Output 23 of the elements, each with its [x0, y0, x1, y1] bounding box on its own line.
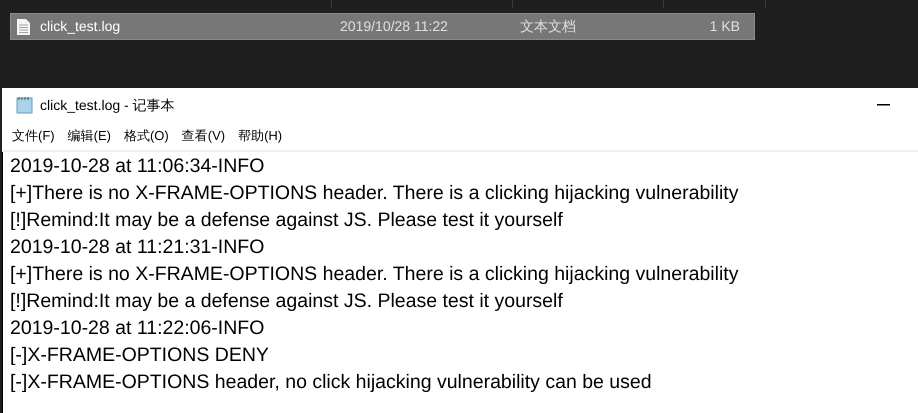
text-line: [+]There is no X-FRAME-OPTIONS header. There is a clicking hijacking vulnerability: [10, 262, 738, 287]
file-name: click_test.log: [40, 17, 122, 36]
menu-item[interactable]: 文件(F): [12, 126, 55, 146]
text-line: [+]There is no X-FRAME-OPTIONS header. There is a clicking hijacking vulnerability: [10, 181, 738, 206]
menu-item[interactable]: 编辑(E): [68, 126, 111, 146]
menu-item[interactable]: 格式(O): [124, 126, 169, 146]
window-title: click_test.log - 记事本: [40, 96, 175, 115]
text-line: 2019-10-28 at 11:06:34-INFO: [10, 154, 264, 179]
notepad-icon: [16, 96, 34, 114]
file-row[interactable]: click_test.log 2019/10/28 11:22 文本文档 1 KB: [10, 13, 755, 40]
minimize-icon[interactable]: [877, 104, 890, 106]
text-line: [!]Remind:It may be a defense against JS. Please test it yourself: [10, 289, 563, 314]
text-line: [-]X-FRAME-OPTIONS header, no click hijacking vulnerability can be used: [10, 370, 652, 395]
menu-item[interactable]: 查看(V): [182, 126, 226, 146]
text-line: [-]X-FRAME-OPTIONS DENY: [10, 343, 269, 368]
document-icon: [17, 18, 30, 34]
menu-item[interactable]: 帮助(H): [238, 126, 282, 146]
text-line: 2019-10-28 at 11:22:06-INFO: [10, 316, 264, 341]
text-line: [!]Remind:It may be a defense against JS. Please test it yourself: [10, 208, 563, 233]
file-date: 2019/10/28 11:22: [340, 17, 449, 36]
text-line: 2019-10-28 at 11:21:31-INFO: [10, 235, 264, 260]
file-size: 1 KB: [708, 17, 740, 36]
file-type: 文本文档: [520, 17, 577, 36]
